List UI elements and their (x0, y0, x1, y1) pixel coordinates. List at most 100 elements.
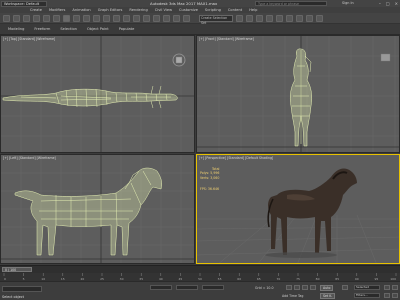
go-to-start-icon[interactable] (286, 285, 292, 290)
maximize-button[interactable]: □ (386, 1, 390, 6)
selection-filter-icon[interactable] (53, 14, 60, 22)
render-setup-icon[interactable] (296, 14, 303, 22)
workspace-dropdown[interactable]: Workspace: Default (1, 0, 47, 7)
key-filter-select[interactable]: Selected (354, 285, 380, 290)
viewport-label-left[interactable]: [+] [Left] [Standard] [Wireframe] (3, 156, 56, 160)
add-time-tag[interactable]: Add Time Tag (282, 294, 303, 298)
angle-snap-icon[interactable] (163, 14, 170, 22)
render-icon[interactable] (316, 14, 323, 22)
menu-item-civil-view[interactable]: Civil View (155, 8, 172, 12)
key-mode-icon[interactable] (342, 285, 348, 290)
maximize-viewport-icon[interactable] (392, 293, 398, 298)
sign-in-button[interactable]: Sign In (342, 1, 354, 5)
layer-explorer-icon[interactable] (256, 14, 263, 22)
play-icon[interactable] (302, 285, 308, 290)
redo-icon[interactable] (13, 14, 20, 22)
ribbon-tab-selection[interactable]: Selection (60, 27, 77, 31)
unlink-icon[interactable] (33, 14, 40, 22)
rotate-icon[interactable] (113, 14, 120, 22)
curve-editor-icon[interactable] (266, 14, 273, 22)
rendered-frame-icon[interactable] (306, 14, 313, 22)
grid-size: Grid = 10.0 (255, 286, 274, 290)
snaps-toggle-icon[interactable] (153, 14, 160, 22)
viewport-grid (1, 36, 194, 152)
status-message: Select object (2, 295, 24, 299)
select-object-icon[interactable] (63, 14, 70, 22)
viewport-label-front[interactable]: [+] [Front] [Standard] [Wireframe] (199, 37, 254, 41)
menu-item-graph-editors[interactable]: Graph Editors (98, 8, 123, 12)
timeline-ruler[interactable]: 0 5 10 15 20 25 30 35 40 45 50 55 60 65 70 75 80 85 90 95 10… (0, 273, 400, 281)
reference-coordinate-icon[interactable] (133, 14, 140, 22)
main-toolbar: Create Selection Set (0, 13, 400, 25)
menu-item-help[interactable]: Help (249, 8, 257, 12)
x-coordinate-field[interactable] (150, 285, 172, 290)
y-coordinate-field[interactable] (176, 285, 198, 290)
horse-shaded-perspective (265, 168, 357, 258)
viewport-grid (197, 168, 399, 263)
link-icon[interactable] (23, 14, 30, 22)
viewport-grid (197, 36, 399, 152)
menu-item-create[interactable]: Create (30, 8, 42, 12)
menu-item-scripting[interactable]: Scripting (205, 8, 221, 12)
ribbon-tab-populate[interactable]: Populate (119, 27, 135, 31)
pan-view-icon[interactable] (384, 293, 390, 298)
horse-wireframe-front (289, 48, 313, 147)
viewport-label-top[interactable]: [+] [Top] [Standard] [Wireframe] (3, 37, 55, 41)
mirror-icon[interactable] (236, 14, 243, 22)
close-button[interactable]: × (395, 1, 398, 6)
select-by-name-icon[interactable] (73, 14, 80, 22)
ribbon-tab-freeform[interactable]: Freeform (34, 27, 50, 31)
menu-item-rendering[interactable]: Rendering (129, 8, 147, 12)
polys-value: 5,996 (210, 171, 220, 176)
zoom-extents-icon[interactable] (384, 285, 390, 290)
navcube-front (380, 53, 391, 62)
window-crossing-icon[interactable] (93, 14, 100, 22)
timeline-ticks: 0 5 10 15 20 25 30 35 40 45 50 55 60 65 70 75 80 85 90 95 10… (3, 273, 397, 281)
ribbon-tab-object-paint[interactable]: Object Paint (87, 27, 109, 31)
viewport-front[interactable]: [+] [Front] [Standard] [Wireframe] (196, 35, 400, 153)
set-key-button[interactable]: Set K. (320, 293, 336, 299)
viewport-statistics: Total Polys: 5,996 Verts: 3,060 (200, 167, 219, 180)
fps-label: FPS: (200, 187, 207, 191)
time-slider-bar: 0 / 100 (0, 265, 400, 273)
undo-icon[interactable] (3, 14, 10, 22)
next-frame-icon[interactable] (310, 285, 316, 290)
menu-item-customize[interactable]: Customize (179, 8, 198, 12)
auto-key-button[interactable]: Auto (320, 285, 334, 291)
scale-icon[interactable] (123, 14, 130, 22)
viewport-left[interactable]: [+] [Left] [Standard] [Wireframe] (0, 154, 195, 264)
menu-item-content[interactable]: Content (228, 8, 242, 12)
menu-item-animation[interactable]: Animation (72, 8, 90, 12)
align-icon[interactable] (246, 14, 253, 22)
key-filters-button[interactable]: Filters... (354, 293, 380, 298)
search-input[interactable]: Type a keyword or phrase (255, 1, 327, 6)
fps-readout: FPS: 36.646 (200, 187, 219, 191)
pivot-center-icon[interactable] (143, 14, 150, 22)
viewport-top[interactable]: [+] [Top] [Standard] [Wireframe] (0, 35, 195, 153)
orbit-icon[interactable] (392, 285, 398, 290)
horse-wireframe-left (14, 167, 163, 256)
title-bar: Workspace: Default Autodesk 3ds Max 2017… (0, 0, 400, 7)
percent-snap-icon[interactable] (173, 14, 180, 22)
maxscript-listener-input[interactable] (2, 286, 42, 292)
status-bar: Select object Grid = 10.0 Add Time Tag A… (0, 281, 400, 300)
spinner-snap-icon[interactable] (183, 14, 190, 22)
material-editor-icon[interactable] (286, 14, 293, 22)
z-coordinate-field[interactable] (202, 285, 224, 290)
selection-set-dropdown[interactable]: Create Selection Set (199, 14, 233, 25)
bind-space-warp-icon[interactable] (43, 14, 50, 22)
move-icon[interactable] (103, 14, 110, 22)
viewport-label-perspective[interactable]: [+] [Perspective] [Standard] [Default Sh… (199, 156, 273, 160)
schematic-view-icon[interactable] (276, 14, 283, 22)
window-title: Autodesk 3ds Max 2017 MAX1.max (150, 1, 218, 6)
window-controls: – □ × (379, 1, 398, 6)
menu-item-modifiers[interactable]: Modifiers (49, 8, 65, 12)
previous-frame-icon[interactable] (294, 285, 300, 290)
viewport-grid (1, 155, 194, 263)
ribbon-tab-modeling[interactable]: Modeling (8, 27, 24, 31)
minimize-button[interactable]: – (379, 1, 381, 6)
time-slider[interactable]: 0 / 100 (2, 267, 32, 272)
rectangle-selection-icon[interactable] (83, 14, 90, 22)
viewport-perspective[interactable]: [+] [Perspective] [Standard] [Default Sh… (196, 154, 400, 264)
ribbon: Modeling Freeform Selection Object Paint… (0, 24, 400, 35)
